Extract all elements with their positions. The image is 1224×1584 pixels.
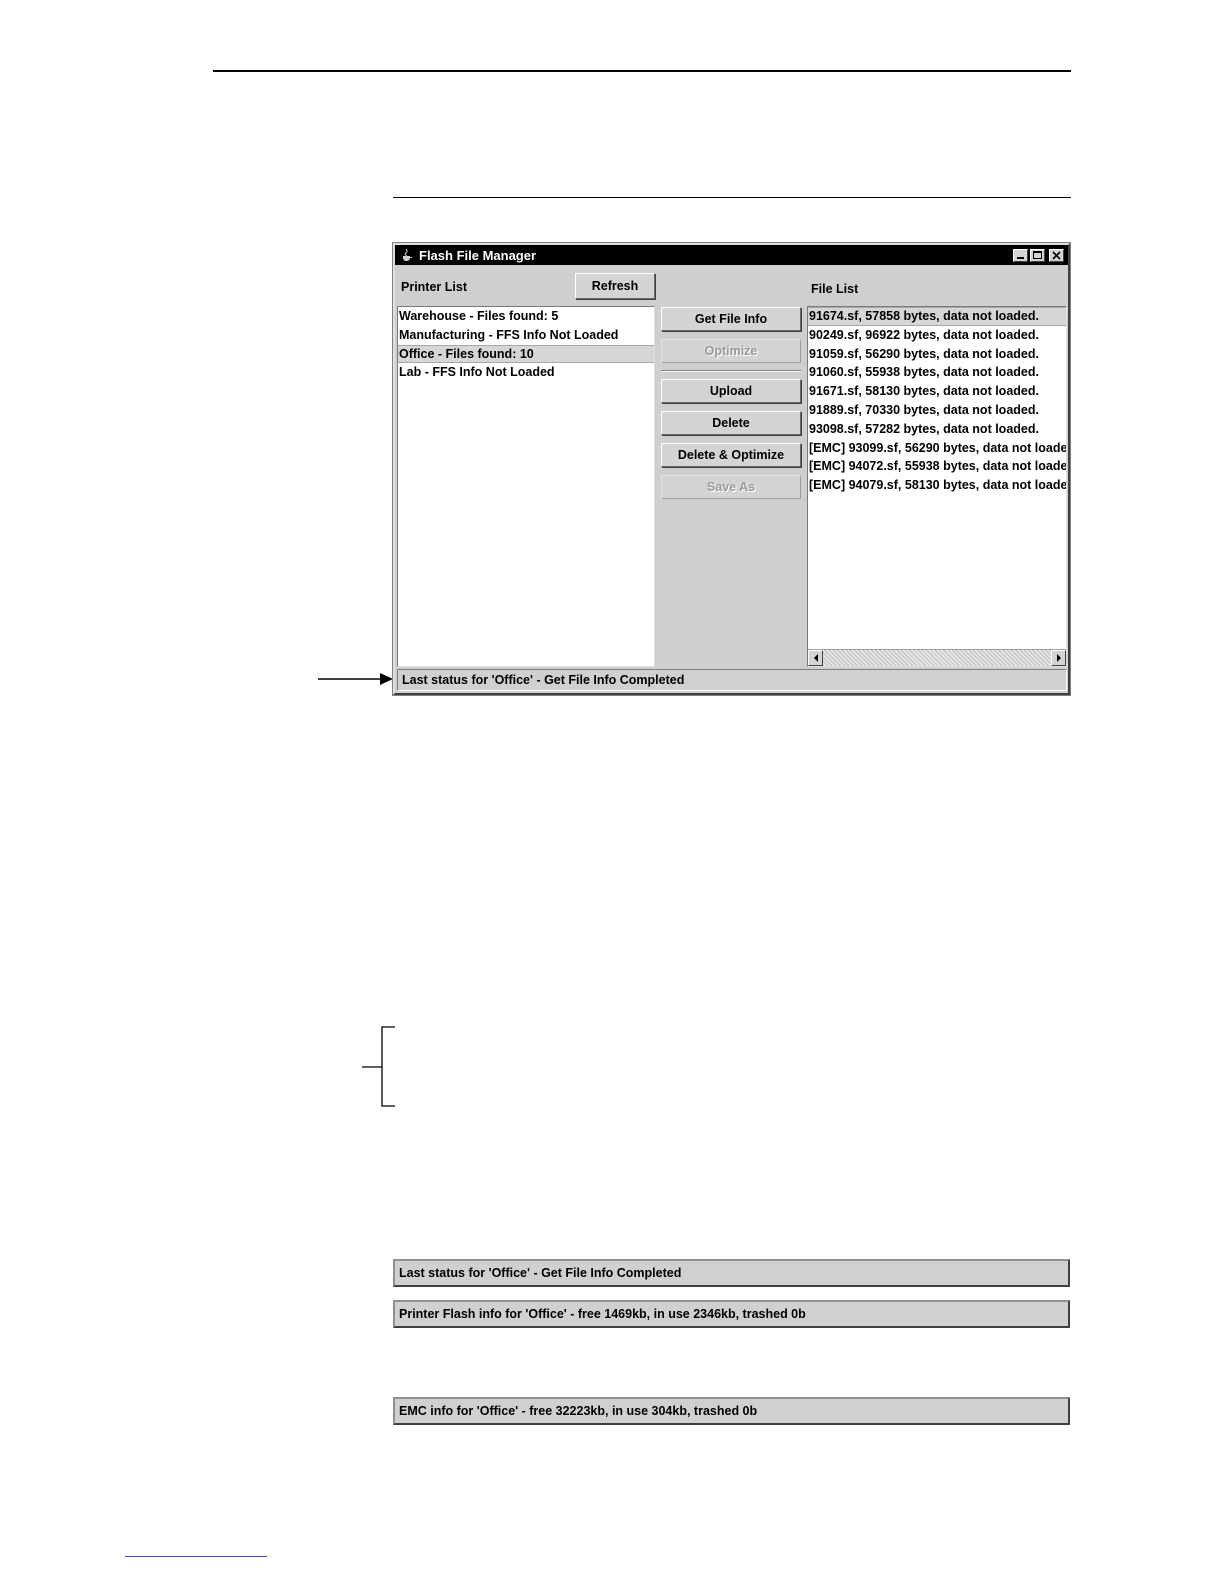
scroll-right-icon — [1056, 654, 1061, 662]
delete-optimize-button[interactable]: Delete & Optimize — [661, 443, 801, 467]
scroll-left-icon — [813, 654, 818, 662]
status-example-emc-info: EMC info for 'Office' - free 32223kb, in… — [393, 1397, 1070, 1425]
file-list-item[interactable]: 91059.sf, 56290 bytes, data not loaded. — [808, 345, 1066, 364]
file-list-item[interactable]: 91674.sf, 57858 bytes, data not loaded. — [808, 307, 1066, 326]
printer-list-item[interactable]: Warehouse - Files found: 5 — [398, 307, 654, 326]
save-as-button[interactable]: Save As — [661, 475, 801, 499]
status-bar[interactable]: Last status for 'Office' - Get File Info… — [397, 669, 1067, 691]
footer-link-line — [125, 1556, 267, 1557]
get-file-info-button[interactable]: Get File Info — [661, 307, 801, 331]
maximize-button[interactable] — [1030, 248, 1045, 262]
window-title: Flash File Manager — [419, 247, 537, 263]
flash-file-manager-window: Flash File Manager Printer List Refresh … — [392, 242, 1071, 696]
file-list-item[interactable]: [EMC] 94072.sf, 55938 bytes, data not lo… — [808, 457, 1066, 476]
close-icon — [1052, 250, 1061, 260]
optimize-button[interactable]: Optimize — [661, 339, 801, 363]
minimize-button[interactable] — [1013, 248, 1028, 262]
printer-list-item[interactable]: Office - Files found: 10 — [398, 344, 654, 364]
printer-list-item[interactable]: Lab - FFS Info Not Loaded — [398, 363, 654, 382]
status-example-last-status: Last status for 'Office' - Get File Info… — [393, 1259, 1070, 1287]
minimize-icon — [1017, 256, 1024, 259]
status-example-printer-flash-info: Printer Flash info for 'Office' - free 1… — [393, 1300, 1070, 1328]
button-separator — [661, 370, 801, 372]
printer-list-label: Printer List — [401, 280, 467, 294]
upload-button[interactable]: Upload — [661, 379, 801, 403]
file-list-item[interactable]: 90249.sf, 96922 bytes, data not loaded. — [808, 326, 1066, 345]
callout-bracket — [362, 1026, 395, 1107]
printer-list-item[interactable]: Manufacturing - FFS Info Not Loaded — [398, 326, 654, 345]
scroll-right-button[interactable] — [1051, 650, 1066, 666]
title-bar[interactable]: Flash File Manager — [395, 245, 1068, 265]
file-list-item[interactable]: 91671.sf, 58130 bytes, data not loaded. — [808, 382, 1066, 401]
file-list-item[interactable]: 93098.sf, 57282 bytes, data not loaded. — [808, 420, 1066, 439]
java-cup-icon — [399, 247, 415, 263]
file-list-label: File List — [811, 282, 859, 296]
scroll-left-button[interactable] — [808, 650, 823, 666]
file-list-item[interactable]: 91060.sf, 55938 bytes, data not loaded. — [808, 363, 1066, 382]
file-list-item[interactable]: [EMC] 94079.sf, 58130 bytes, data not lo… — [808, 476, 1066, 495]
refresh-button[interactable]: Refresh — [575, 273, 655, 299]
file-list-item[interactable]: 91889.sf, 70330 bytes, data not loaded. — [808, 401, 1066, 420]
horizontal-scrollbar[interactable] — [808, 649, 1066, 666]
delete-button[interactable]: Delete — [661, 411, 801, 435]
top-rule — [213, 70, 1071, 72]
callout-arrow — [318, 673, 393, 685]
scroll-track[interactable] — [823, 650, 1051, 666]
file-list[interactable]: 91674.sf, 57858 bytes, data not loaded. 9… — [807, 306, 1067, 667]
close-button[interactable] — [1049, 248, 1064, 262]
section-rule — [393, 197, 1071, 198]
printer-list[interactable]: Warehouse - Files found: 5 Manufacturing … — [397, 306, 655, 667]
file-list-item[interactable]: [EMC] 93099.sf, 56290 bytes, data not lo… — [808, 439, 1066, 458]
maximize-icon — [1033, 250, 1042, 259]
